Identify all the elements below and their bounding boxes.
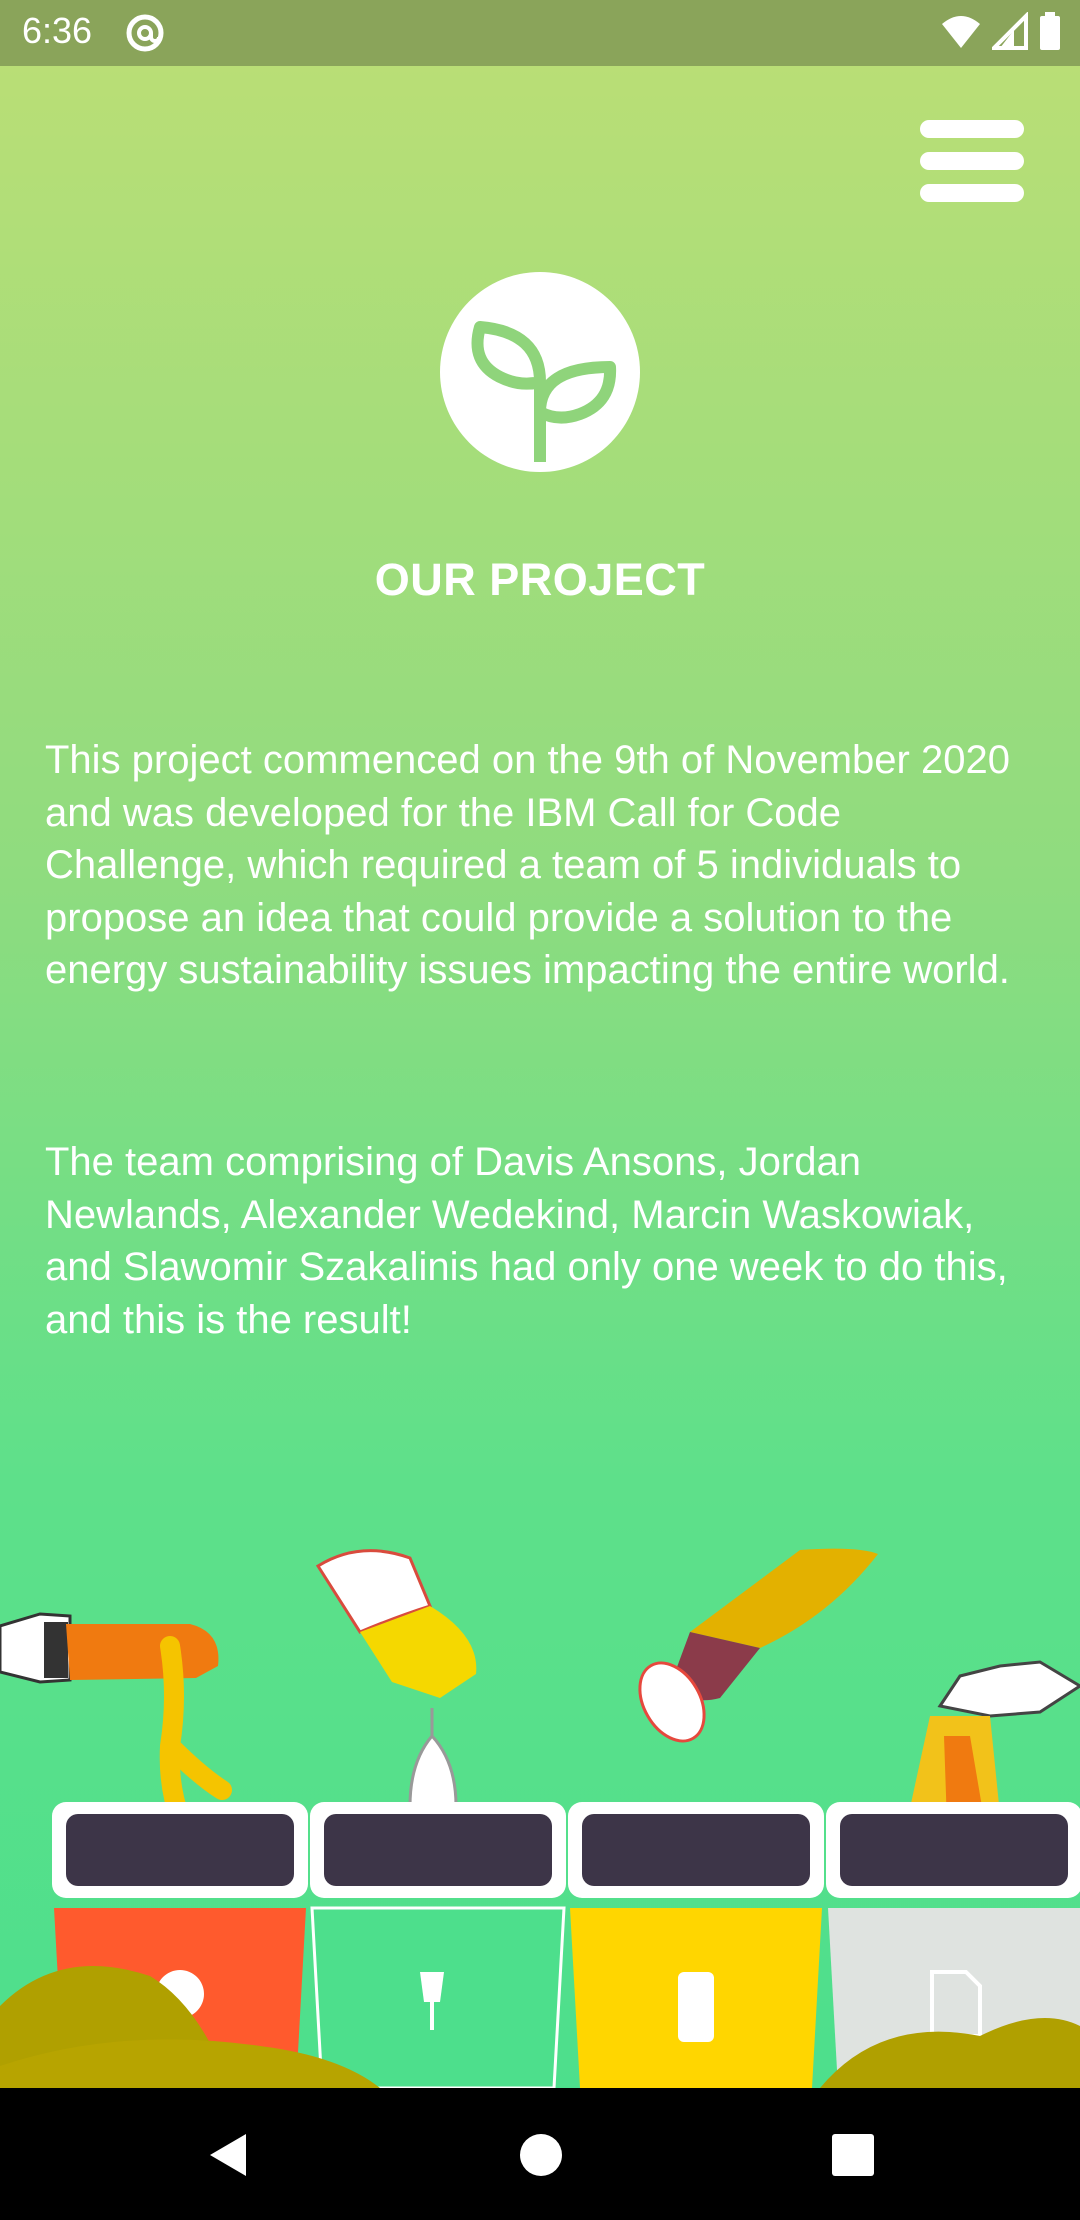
sprout-icon [440,272,640,472]
hand-banana-illustration [0,1612,232,1828]
team-description-paragraph: The team comprising of Davis Ansons, Jor… [45,1140,1008,1342]
page-title: OUR PROJECT [374,554,706,605]
hand-plastic-illustration [638,1548,878,1743]
hamburger-menu-icon[interactable] [918,120,1026,204]
signal-icon [989,11,1028,57]
status-icons [940,11,1062,57]
status-bar: 6:36 [0,0,1080,66]
at-sign-icon [124,12,166,59]
wifi-icon [940,12,982,57]
home-icon[interactable] [514,2128,568,2182]
status-time: 6:36 [22,10,93,51]
project-screen: OUR PROJECT This project commenced on th… [0,66,1080,2088]
hand-bottle-illustration [315,1549,477,1845]
project-description-paragraph: This project commenced on the 9th of Nov… [45,738,1010,992]
recycling-illustration [0,1446,1080,2088]
battery-icon [1038,12,1062,57]
navigation-bar [0,2088,1080,2220]
bin-plastic [568,1802,824,2088]
recents-icon[interactable] [826,2128,880,2182]
bin-glass [310,1802,566,2088]
back-icon[interactable] [202,2128,256,2182]
